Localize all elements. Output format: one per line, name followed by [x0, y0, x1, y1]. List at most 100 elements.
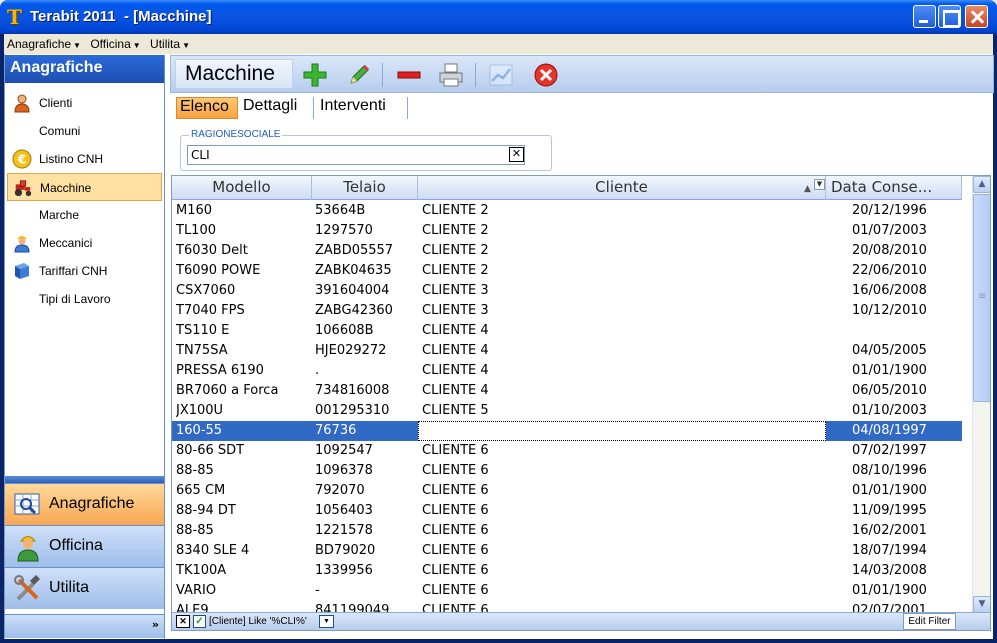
- table-row[interactable]: 88-94 DT 1056403 CLIENTE 6 11/09/1995: [172, 501, 962, 521]
- client-area: Anagrafiche Clienti Comuni € Listino CNH…: [4, 54, 994, 639]
- tab-interventi[interactable]: Interventi: [317, 97, 408, 119]
- table-row[interactable]: JX100U 001295310 CLIENTE 5 01/10/2003: [172, 401, 962, 421]
- caret-down-icon: ▼: [132, 41, 141, 50]
- nav-item-label: Clienti: [39, 96, 73, 110]
- nav-item-tariffari-cnh[interactable]: Tariffari CNH: [7, 257, 162, 285]
- cell-telaio: 1096378: [315, 463, 373, 478]
- cell-cliente: CLIENTE 2: [422, 263, 489, 278]
- edit-pencil-icon[interactable]: [345, 61, 373, 89]
- scroll-down-icon[interactable]: ▼: [973, 596, 990, 613]
- filter-enabled-checkbox[interactable]: ✓: [193, 615, 206, 628]
- menu-bar: Anagrafiche ▼ Officina ▼ Utilita ▼: [4, 34, 993, 54]
- table-row[interactable]: CSX7060 391604004 CLIENTE 3 16/06/2008: [172, 281, 962, 301]
- nav-item-comuni[interactable]: Comuni: [7, 117, 162, 145]
- nav-item-macchine[interactable]: Macchine: [7, 173, 162, 201]
- nav-item-listino-cnh[interactable]: € Listino CNH: [7, 145, 162, 173]
- cell-telaio: 1339956: [315, 563, 373, 578]
- tools-icon: [14, 574, 41, 601]
- column-header-telaio[interactable]: Telaio: [312, 176, 418, 200]
- nav-item-tipi-di-lavoro[interactable]: Tipi di Lavoro: [7, 285, 162, 313]
- filter-group: RAGIONESOCIALE ✕: [180, 129, 552, 171]
- cell-telaio: 001295310: [315, 403, 390, 418]
- menu-utilita[interactable]: Utilita ▼: [147, 34, 193, 51]
- filter-panel: ✕ ✓ [Cliente] Like '%CLI%' ▼ Edit Filter: [172, 612, 990, 630]
- cell-data-consegna: 06/05/2010: [852, 383, 927, 398]
- table-row[interactable]: M160 53664B CLIENTE 2 20/12/1996: [172, 201, 962, 221]
- column-filter-icon[interactable]: ▼: [814, 179, 825, 190]
- nav-item-meccanici[interactable]: Meccanici: [7, 229, 162, 257]
- tab-elenco[interactable]: Elenco: [176, 97, 238, 119]
- table-row[interactable]: T7040 FPS ZABG42360 CLIENTE 3 10/12/2010: [172, 301, 962, 321]
- cell-modello: BR7060 a Forca: [176, 383, 279, 398]
- table-row[interactable]: T6030 Delt ZABD05557 CLIENTE 2 20/08/2010: [172, 241, 962, 261]
- maximize-button[interactable]: [938, 5, 961, 28]
- cell-cliente: CLIENTE 6: [422, 423, 489, 438]
- nav-item-label: Comuni: [39, 124, 81, 138]
- filter-expression: [Cliente] Like '%CLI%': [209, 616, 307, 627]
- nav-item-marche[interactable]: Marche: [7, 201, 162, 229]
- table-row[interactable]: TS110 E 106608B CLIENTE 4: [172, 321, 962, 341]
- cell-telaio: 1221578: [315, 523, 373, 538]
- page-title: Macchine: [175, 59, 293, 89]
- cell-data-consegna: 18/07/1994: [852, 543, 927, 558]
- table-row[interactable]: 160-55 76736 CLIENTE 6 04/08/1997: [172, 421, 962, 441]
- group-button-utilita[interactable]: Utilita: [5, 567, 164, 609]
- table-row[interactable]: T6090 POWE ZABK04635 CLIENTE 2 22/06/2010: [172, 261, 962, 281]
- chart-icon[interactable]: [487, 61, 515, 89]
- ragionesociale-filter-input[interactable]: [187, 145, 525, 165]
- table-row[interactable]: VARIO - CLIENTE 6 01/01/1900: [172, 581, 962, 601]
- table-row[interactable]: 88-85 1221578 CLIENTE 6 16/02/2001: [172, 521, 962, 541]
- table-row[interactable]: TN75SA HJE029272 CLIENTE 4 04/05/2005: [172, 341, 962, 361]
- table-row[interactable]: BR7060 a Forca 734816008 CLIENTE 4 06/05/20…: [172, 381, 962, 401]
- cell-modello: 88-85: [176, 523, 214, 538]
- cell-data-consegna: 01/01/1900: [852, 583, 927, 598]
- nav-splitter[interactable]: [5, 468, 164, 483]
- menu-anagrafiche[interactable]: Anagrafiche ▼: [4, 34, 84, 51]
- menu-officina[interactable]: Officina ▼: [87, 34, 143, 51]
- scroll-thumb[interactable]: [973, 194, 990, 402]
- close-window-button[interactable]: [965, 5, 988, 28]
- edit-filter-button[interactable]: Edit Filter: [903, 613, 956, 630]
- filter-history-dropdown[interactable]: ▼: [319, 615, 334, 628]
- nav-item-label: Meccanici: [39, 236, 93, 250]
- tab-dettagli[interactable]: Dettagli: [240, 97, 314, 119]
- table-row[interactable]: PRESSA 6190. CLIENTE 4 01/01/1900: [172, 361, 962, 381]
- vertical-scrollbar[interactable]: ▲ ▼: [972, 176, 990, 614]
- column-header-cliente[interactable]: Cliente: [418, 176, 826, 200]
- scroll-up-icon[interactable]: ▲: [973, 176, 990, 193]
- group-button-officina[interactable]: Officina: [5, 525, 164, 567]
- cell-cliente: CLIENTE 5: [422, 403, 489, 418]
- minimize-button[interactable]: [913, 5, 936, 28]
- cancel-close-icon[interactable]: [532, 61, 560, 89]
- cell-telaio: 1092547: [315, 443, 373, 458]
- cell-data-consegna: 01/01/1900: [852, 483, 927, 498]
- delete-minus-icon[interactable]: [395, 61, 423, 89]
- table-row[interactable]: 80-66 SDT 1092547 CLIENTE 6 07/02/1997: [172, 441, 962, 461]
- group-button-anagrafiche[interactable]: Anagrafiche: [5, 483, 164, 525]
- column-header-modello[interactable]: Modello: [172, 176, 312, 200]
- worker-icon: [17, 536, 39, 562]
- add-icon[interactable]: [301, 61, 329, 89]
- grid-rows: M160 53664B CLIENTE 2 20/12/1996 TL100 129757…: [172, 201, 962, 621]
- table-row[interactable]: 665 CM 792070 CLIENTE 6 01/01/1900: [172, 481, 962, 501]
- print-icon[interactable]: [437, 61, 465, 89]
- table-row[interactable]: TL100 1297570 CLIENTE 2 01/07/2003: [172, 221, 962, 241]
- caret-down-icon: ▼: [73, 41, 81, 50]
- cell-data-consegna: 07/02/1997: [852, 443, 927, 458]
- cell-modello: 665 CM: [176, 483, 226, 498]
- cell-cliente: CLIENTE 3: [422, 303, 489, 318]
- table-row[interactable]: 8340 SLE 4 BD79020 CLIENTE 6 18/07/1994: [172, 541, 962, 561]
- cell-modello: 80-66 SDT: [176, 443, 245, 458]
- clear-filter-icon[interactable]: ✕: [509, 147, 524, 162]
- title-bar[interactable]: T Terabit 2011 - [Macchine]: [0, 0, 997, 34]
- cell-cliente: CLIENTE 6: [422, 503, 489, 518]
- column-header-data-consegna[interactable]: Data Conse...: [826, 176, 962, 200]
- table-row[interactable]: 88-85 1096378 CLIENTE 6 08/10/1996: [172, 461, 962, 481]
- table-row[interactable]: TK100A 1339956 CLIENTE 6 14/03/2008: [172, 561, 962, 581]
- cell-cliente: CLIENTE 2: [422, 223, 489, 238]
- nav-item-clienti[interactable]: Clienti: [7, 89, 162, 117]
- clear-filter-panel-icon[interactable]: ✕: [176, 615, 190, 628]
- main-panel: Macchine Elenco Dettagli Interventi RAGI…: [170, 55, 994, 639]
- expand-chevron-icon[interactable]: »: [152, 618, 159, 631]
- toolbar: Macchine: [170, 55, 994, 93]
